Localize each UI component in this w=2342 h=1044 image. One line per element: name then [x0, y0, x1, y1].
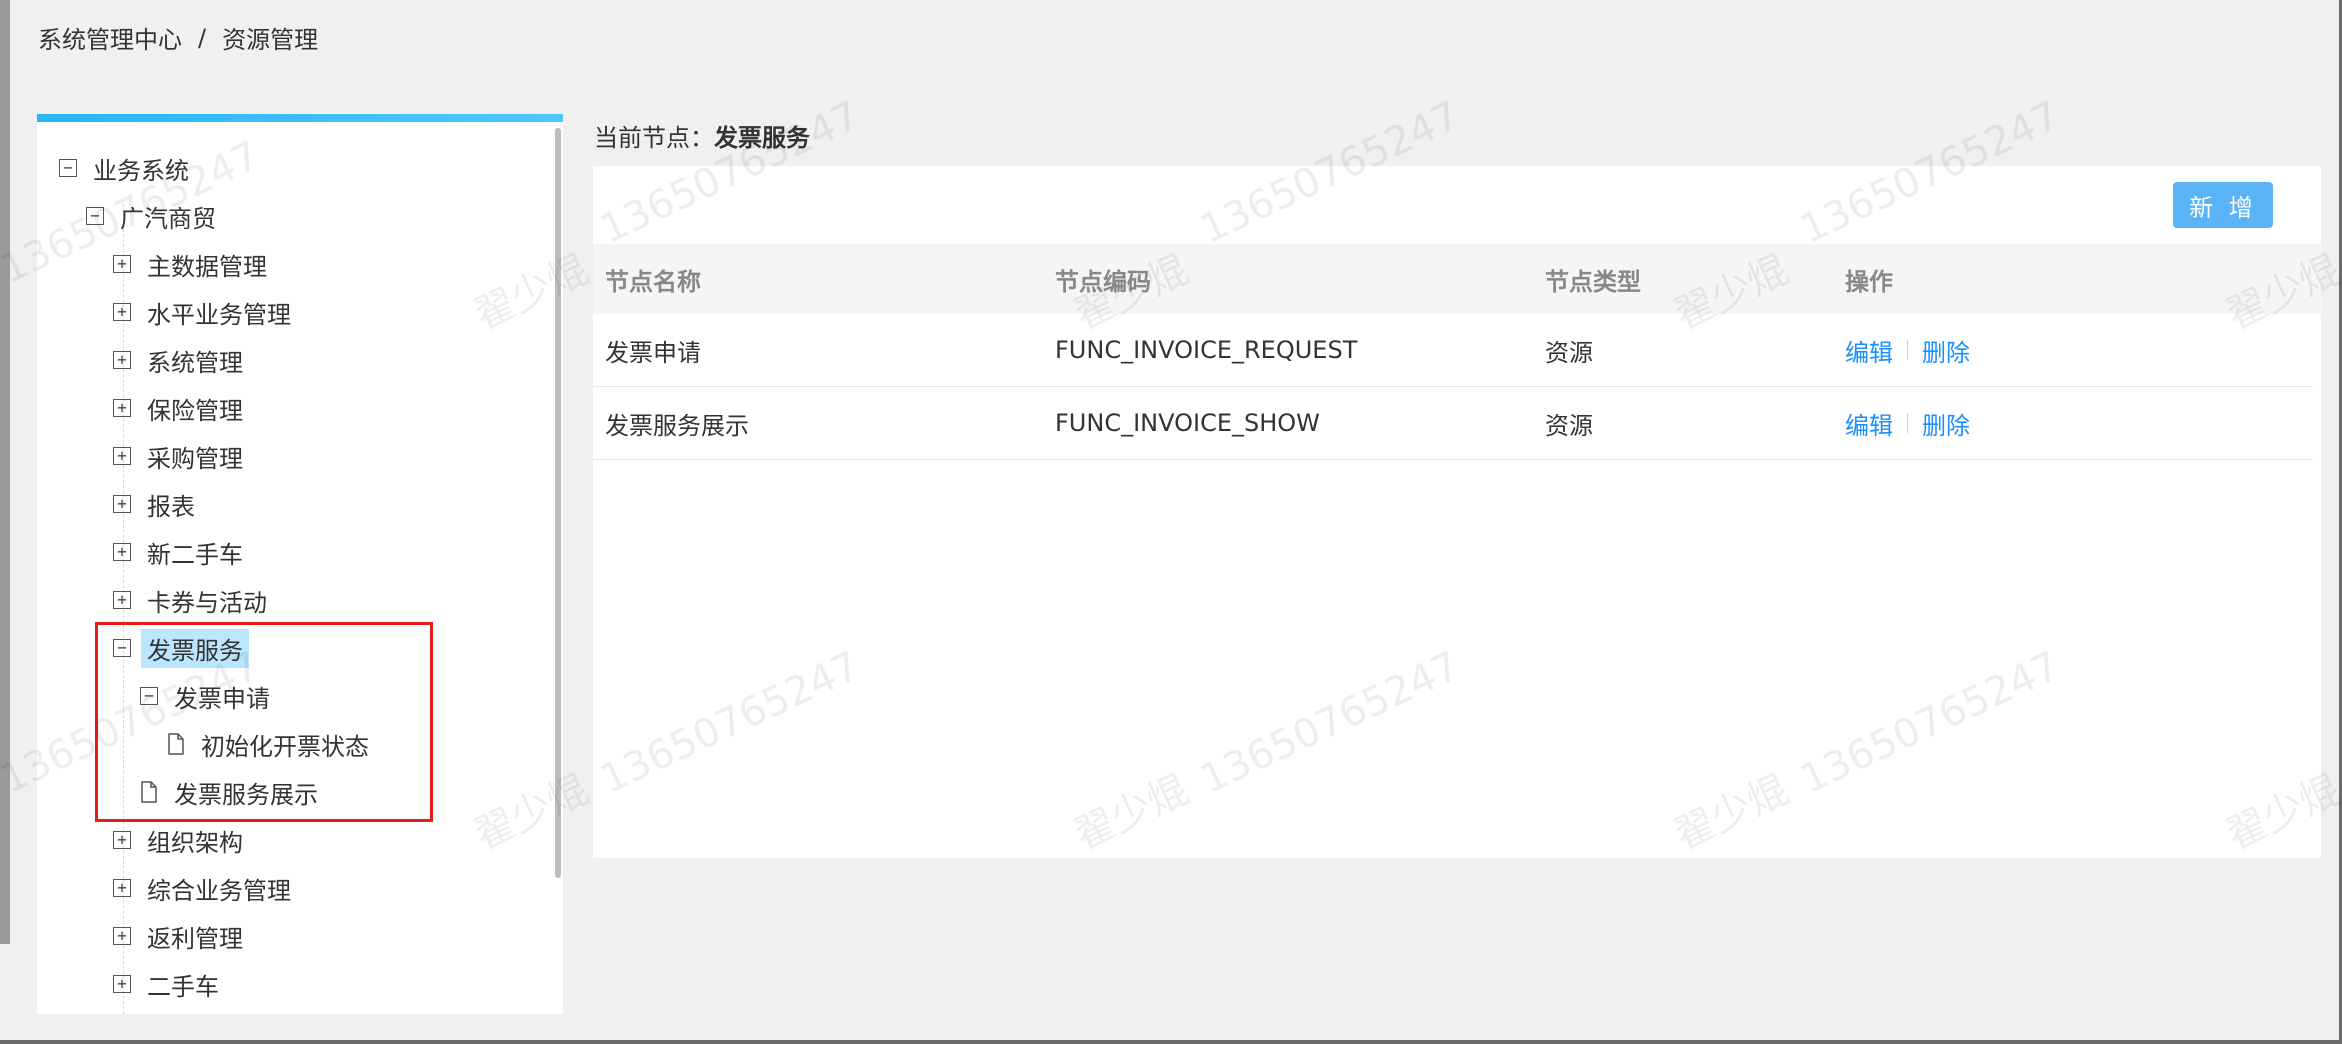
current-node-label: 当前节点： — [594, 124, 714, 152]
cell-node-code: FUNC_INVOICE_REQUEST — [1055, 336, 1358, 364]
plus-square-icon[interactable]: + — [113, 831, 131, 849]
table-header-row: 节点名称 节点编码 节点类型 操作 — [593, 244, 2321, 314]
plus-square-icon[interactable]: + — [113, 591, 131, 609]
plus-square-icon[interactable]: + — [113, 351, 131, 369]
plus-square-icon[interactable]: + — [113, 447, 131, 465]
tree-node-coupons-activities[interactable]: + 卡券与活动 — [113, 581, 267, 619]
current-node-indicator: 当前节点： 发票服务 — [594, 118, 810, 153]
action-divider — [1907, 340, 1908, 360]
cell-node-type: 资源 — [1545, 411, 1593, 440]
breadcrumb-item-system-center[interactable]: 系统管理中心 — [38, 20, 182, 55]
tree-node-used-car[interactable]: + 二手车 — [113, 965, 219, 1003]
edit-link[interactable]: 编辑 — [1845, 406, 1893, 441]
tree-node-label: 采购管理 — [147, 444, 243, 473]
tree-node-system-management[interactable]: + 系统管理 — [113, 341, 243, 379]
tree-node-purchase[interactable]: + 采购管理 — [113, 437, 243, 475]
tree-node-label: 二手车 — [147, 972, 219, 1001]
tree-node-insurance[interactable]: + 保险管理 — [113, 389, 243, 427]
tree-node-horizontal-business[interactable]: + 水平业务管理 — [113, 293, 291, 331]
tree-panel-topbar — [37, 114, 563, 122]
plus-square-icon[interactable]: + — [113, 255, 131, 273]
column-header-node-name: 节点名称 — [605, 267, 701, 296]
node-content-panel: 新 增 节点名称 节点编码 节点类型 操作 发票申请 FUNC_INVOICE_… — [593, 166, 2321, 858]
tree-node-integrated-business[interactable]: + 综合业务管理 — [113, 869, 291, 907]
column-header-node-code: 节点编码 — [1055, 267, 1151, 296]
tree-node-master-data[interactable]: + 主数据管理 — [113, 245, 267, 283]
tree-node-reports[interactable]: + 报表 — [113, 485, 195, 523]
minus-square-icon[interactable]: − — [59, 159, 77, 177]
window-left-edge — [0, 0, 10, 944]
tree-scrollbar[interactable] — [555, 128, 561, 878]
tree-node-label: 卡券与活动 — [147, 588, 267, 617]
breadcrumb-item-resource-management: 资源管理 — [222, 26, 319, 54]
plus-square-icon[interactable]: + — [113, 495, 131, 513]
highlight-box-invoice-service — [95, 622, 433, 822]
tree-node-gac-trade[interactable]: − 广汽商贸 — [86, 197, 216, 235]
tree-node-label: 系统管理 — [147, 348, 243, 377]
window-bottom-edge — [0, 1040, 2342, 1044]
tree-node-business-system[interactable]: − 业务系统 — [59, 149, 189, 187]
table-row: 发票申请 FUNC_INVOICE_REQUEST 资源 编辑 删除 — [593, 314, 2313, 387]
cell-node-name: 发票服务展示 — [605, 411, 749, 440]
table-row: 发票服务展示 FUNC_INVOICE_SHOW 资源 编辑 删除 — [593, 387, 2313, 460]
plus-square-icon[interactable]: + — [113, 399, 131, 417]
breadcrumb-separator: / — [198, 23, 207, 52]
cell-node-type: 资源 — [1545, 338, 1593, 367]
delete-link[interactable]: 删除 — [1922, 333, 1970, 368]
column-header-actions: 操作 — [1845, 267, 1893, 296]
action-divider — [1907, 413, 1908, 433]
plus-square-icon[interactable]: + — [113, 303, 131, 321]
column-header-node-type: 节点类型 — [1545, 267, 1641, 296]
tree-node-organization[interactable]: + 组织架构 — [113, 821, 243, 859]
tree-node-new-used-car[interactable]: + 新二手车 — [113, 533, 243, 571]
breadcrumb: 系统管理中心 / 资源管理 — [38, 20, 318, 55]
tree-node-label: 广汽商贸 — [120, 204, 216, 233]
add-button[interactable]: 新 增 — [2173, 182, 2273, 228]
plus-square-icon[interactable]: + — [113, 879, 131, 897]
tree-node-label: 综合业务管理 — [147, 876, 291, 905]
tree-node-label: 组织架构 — [147, 828, 243, 857]
tree-node-label: 主数据管理 — [147, 252, 267, 281]
tree-node-label: 保险管理 — [147, 396, 243, 425]
tree-node-label: 业务系统 — [93, 156, 189, 185]
cell-node-code: FUNC_INVOICE_SHOW — [1055, 409, 1320, 437]
cell-actions: 编辑 删除 — [1845, 387, 1970, 459]
tree-node-label: 返利管理 — [147, 924, 243, 953]
minus-square-icon[interactable]: − — [86, 207, 104, 225]
edit-link[interactable]: 编辑 — [1845, 333, 1893, 368]
tree-node-label: 报表 — [147, 492, 195, 521]
plus-square-icon[interactable]: + — [113, 927, 131, 945]
tree-node-rebate[interactable]: + 返利管理 — [113, 917, 243, 955]
tree-node-label: 新二手车 — [147, 540, 243, 569]
tree-node-label: 水平业务管理 — [147, 300, 291, 329]
plus-square-icon[interactable]: + — [113, 543, 131, 561]
cell-actions: 编辑 删除 — [1845, 314, 1970, 386]
plus-square-icon[interactable]: + — [113, 975, 131, 993]
delete-link[interactable]: 删除 — [1922, 406, 1970, 441]
current-node-value: 发票服务 — [714, 124, 810, 152]
cell-node-name: 发票申请 — [605, 338, 701, 367]
